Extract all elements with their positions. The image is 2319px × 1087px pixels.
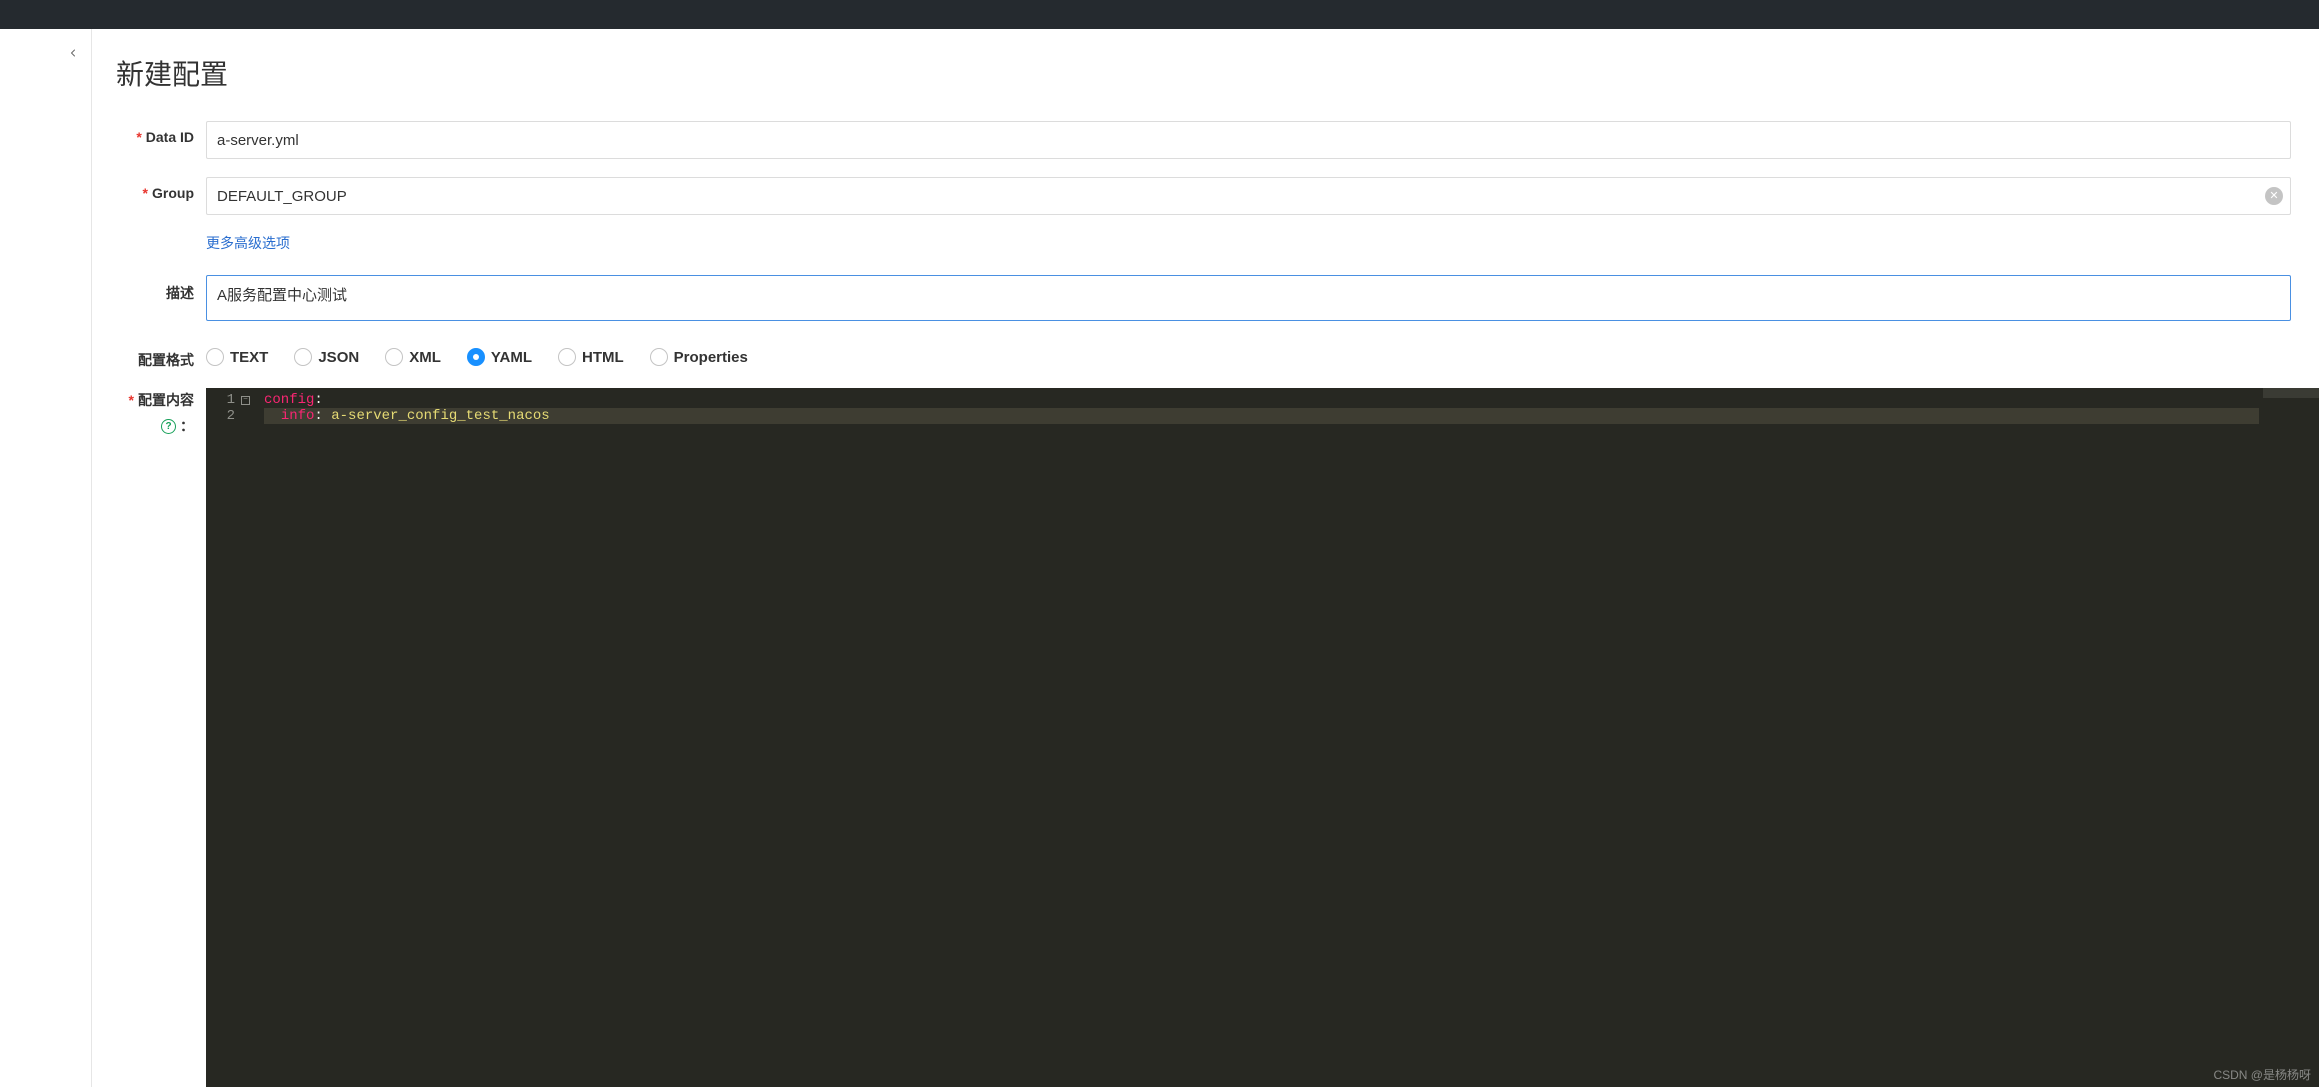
- format-radio-yaml[interactable]: YAML: [467, 348, 532, 366]
- format-radio-json[interactable]: JSON: [294, 348, 359, 366]
- radio-label: JSON: [318, 349, 359, 366]
- row-format: 配置格式 TEXT JSON XML YAML HTML Properties: [116, 342, 2319, 370]
- close-icon: ✕: [2269, 191, 2278, 202]
- line-number: 2: [206, 408, 250, 424]
- label-content: *配置内容: [116, 390, 194, 410]
- radio-icon: [385, 348, 403, 366]
- label-group: *Group: [116, 177, 194, 201]
- label-content-col: *配置内容 ? ：: [116, 388, 194, 436]
- label-group-text: Group: [152, 185, 194, 201]
- main-content: 新建配置 *Data ID *Group ✕ 更多高: [92, 29, 2319, 1087]
- radio-icon: [558, 348, 576, 366]
- row-group: *Group ✕: [116, 177, 2319, 215]
- row-data-id: *Data ID: [116, 121, 2319, 159]
- line-number: 1−: [206, 392, 250, 408]
- code-line[interactable]: config:: [264, 392, 2319, 408]
- left-rail: [0, 29, 92, 1087]
- group-clear-button[interactable]: ✕: [2265, 187, 2283, 205]
- radio-label: HTML: [582, 349, 624, 366]
- data-id-wrap: [206, 121, 2319, 159]
- label-format: 配置格式: [116, 342, 194, 370]
- radio-icon: [206, 348, 224, 366]
- code-gutter: 1−2: [206, 388, 256, 1087]
- chevron-left-icon: [67, 47, 79, 59]
- page: 新建配置 *Data ID *Group ✕ 更多高: [0, 29, 2319, 1087]
- code-body[interactable]: config: info: a-server_config_test_nacos: [256, 388, 2319, 1087]
- format-radio-xml[interactable]: XML: [385, 348, 441, 366]
- radio-icon: [467, 348, 485, 366]
- description-wrap: [206, 275, 2319, 324]
- help-icon[interactable]: ?: [161, 419, 176, 434]
- row-content: *配置内容 ? ： 1−2 config: info: a-server_con…: [116, 388, 2319, 1087]
- radio-label: XML: [409, 349, 441, 366]
- radio-label: TEXT: [230, 349, 268, 366]
- format-radio-properties[interactable]: Properties: [650, 348, 748, 366]
- group-wrap: ✕: [206, 177, 2319, 215]
- label-content-text: 配置内容: [138, 392, 194, 408]
- label-description-text: 描述: [166, 285, 194, 301]
- radio-icon: [294, 348, 312, 366]
- format-radio-text[interactable]: TEXT: [206, 348, 268, 366]
- minimap-icon: [2263, 388, 2319, 398]
- format-radio-group: TEXT JSON XML YAML HTML Properties: [206, 342, 748, 366]
- code-line[interactable]: info: a-server_config_test_nacos: [264, 408, 2259, 424]
- format-radio-html[interactable]: HTML: [558, 348, 624, 366]
- label-data-id-text: Data ID: [146, 129, 194, 145]
- code-editor[interactable]: 1−2 config: info: a-server_config_test_n…: [206, 388, 2319, 1087]
- content-help: ? ：: [161, 416, 194, 436]
- radio-label: Properties: [674, 349, 748, 366]
- advanced-options-link[interactable]: 更多高级选项: [206, 233, 290, 253]
- radio-icon: [650, 348, 668, 366]
- description-input[interactable]: [206, 275, 2291, 321]
- fold-icon[interactable]: −: [241, 396, 250, 405]
- help-colon: ：: [180, 416, 194, 436]
- row-advanced: 更多高级选项: [116, 233, 2319, 253]
- group-input[interactable]: [206, 177, 2291, 215]
- row-description: 描述: [116, 275, 2319, 324]
- top-bar: [0, 0, 2319, 29]
- data-id-input[interactable]: [206, 121, 2291, 159]
- label-description: 描述: [116, 275, 194, 303]
- page-title: 新建配置: [116, 53, 2319, 93]
- label-data-id: *Data ID: [116, 121, 194, 145]
- label-format-text: 配置格式: [138, 352, 194, 368]
- collapse-sidebar-button[interactable]: [63, 43, 83, 63]
- radio-label: YAML: [491, 349, 532, 366]
